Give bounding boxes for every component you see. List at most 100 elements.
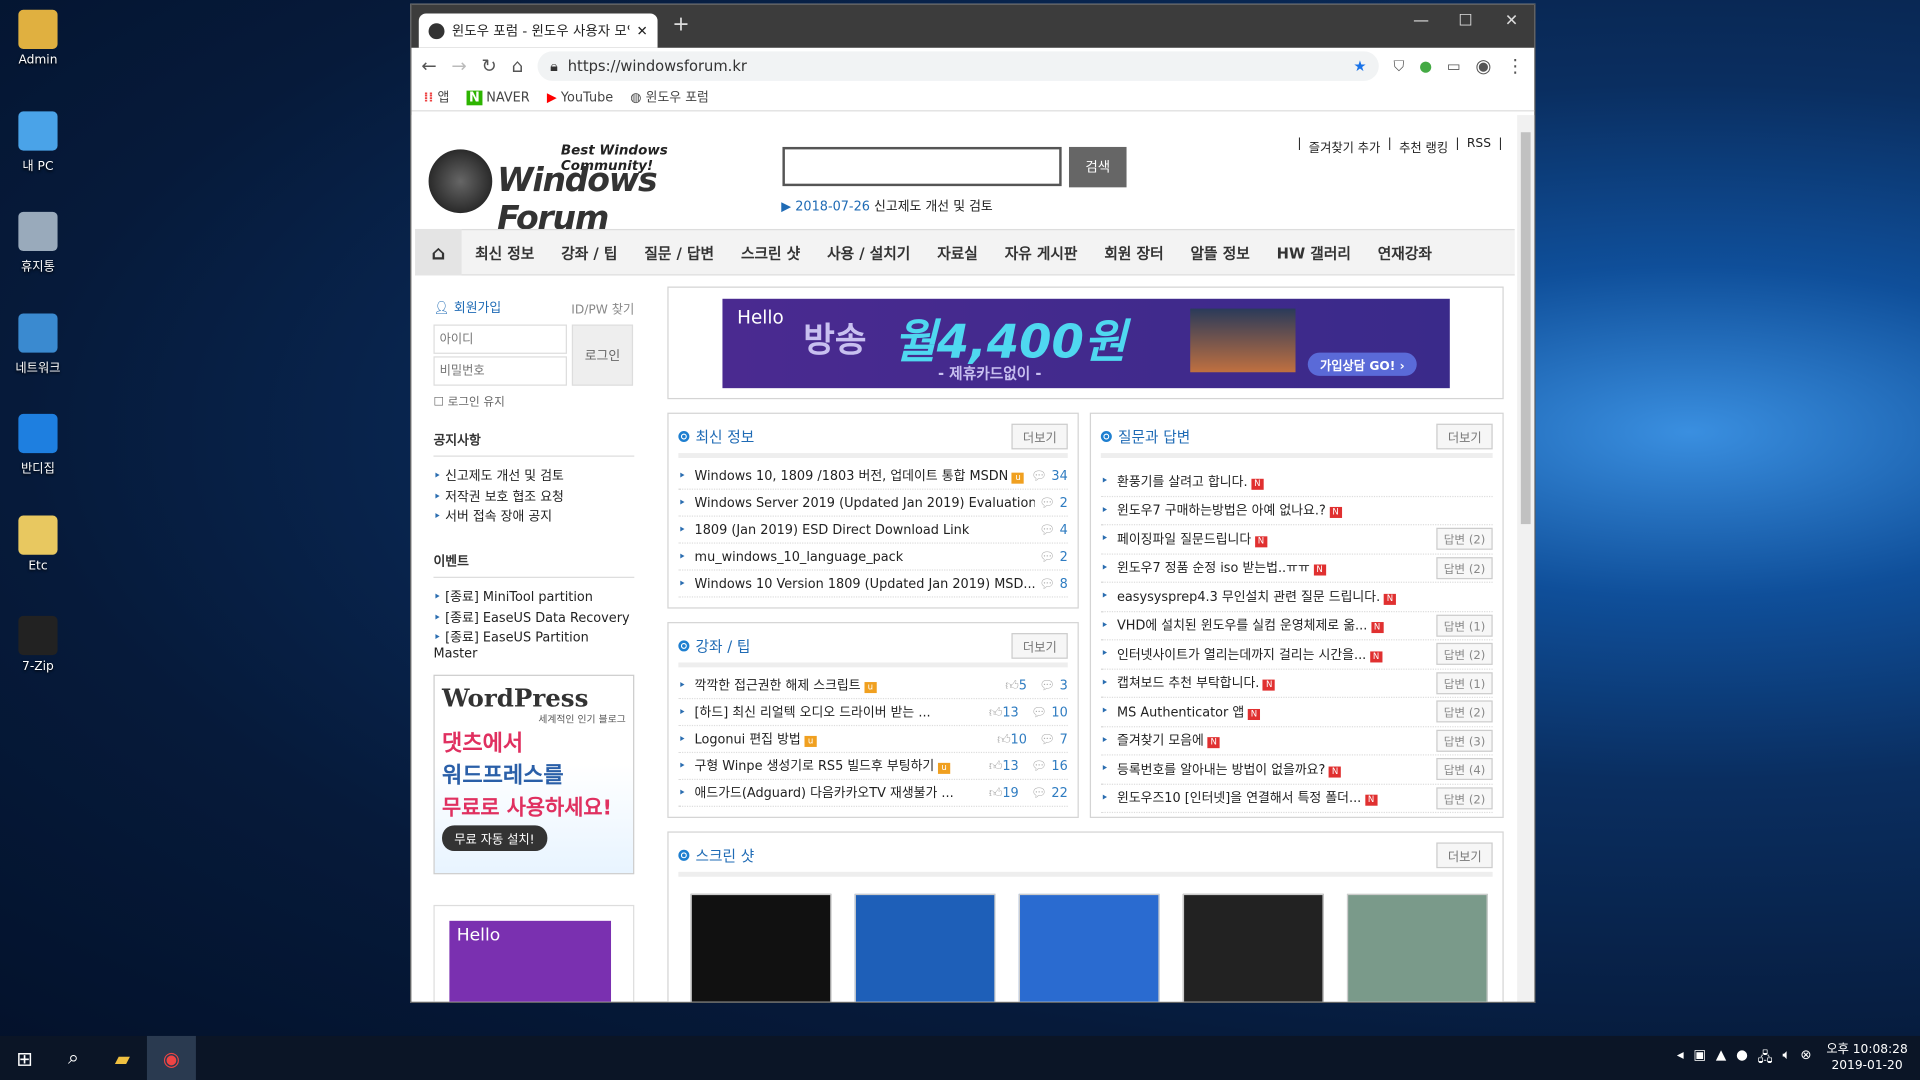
- qna-more-button[interactable]: 더보기: [1436, 423, 1493, 450]
- qna-row[interactable]: 인터넷사이트가 열리는데까지 걸리는 시간을...N답변 (2): [1100, 640, 1493, 670]
- tip-row[interactable]: 애드가드(Adguard) 다음카카오TV 재생불가 ...👍︎19 💬︎ 22: [678, 780, 1068, 807]
- profile-icon[interactable]: ◉: [1475, 55, 1491, 77]
- id-field[interactable]: [433, 324, 567, 354]
- bookmark-apps[interactable]: ⁞⁞ 앱: [424, 88, 450, 106]
- login-button[interactable]: 로그인: [571, 324, 634, 386]
- desktop-icon[interactable]: 7-Zip: [7, 615, 68, 673]
- hello-ad-banner[interactable]: Hello 방송 월4,400원 - 제휴카드없이 - 가입상담 GO! ›: [722, 298, 1450, 389]
- qna-row[interactable]: easysysprep4.3 무인설치 관련 질문 드립니다.N: [1100, 583, 1493, 612]
- qna-row[interactable]: 환풍기를 살려고 합니다.N: [1100, 468, 1493, 497]
- qna-row[interactable]: 윈도우7 정품 순정 iso 받는법..ㅠㅠN답변 (2): [1100, 554, 1493, 583]
- start-button[interactable]: ⊞: [0, 1036, 49, 1080]
- close-window-button[interactable]: ✕: [1505, 12, 1518, 30]
- nav-item[interactable]: 연재강좌: [1364, 242, 1445, 263]
- tip-row[interactable]: 깍깍한 접근권한 해제 스크립트u👍︎5 💬︎ 3: [678, 672, 1068, 700]
- ad-cta-button[interactable]: 가입상담 GO! ›: [1307, 352, 1417, 376]
- tips-more-button[interactable]: 더보기: [1011, 633, 1068, 659]
- ranking-link[interactable]: 추천 랭킹: [1399, 137, 1448, 155]
- home-icon[interactable]: ⌂: [415, 228, 462, 276]
- search-icon[interactable]: ⌕: [49, 1036, 98, 1080]
- qna-row[interactable]: 즐겨찾기 모음에N답변 (3): [1100, 727, 1493, 756]
- favorites-link[interactable]: 즐겨찾기 추가: [1309, 137, 1380, 155]
- clock[interactable]: 오후 10:08:28 2019-01-20: [1826, 1042, 1907, 1074]
- qna-row[interactable]: VHD에 설치된 윈도우를 실컴 운영체제로 옮...N답변 (1): [1100, 612, 1493, 641]
- bookmark-naver[interactable]: N NAVER: [466, 90, 530, 105]
- qna-row[interactable]: 윈도우7 구매하는방법은 아예 없나요.?N: [1100, 497, 1493, 526]
- rss-link[interactable]: RSS: [1467, 137, 1491, 155]
- latest-row[interactable]: 1809 (Jan 2019) ESD Direct Download Link…: [678, 517, 1068, 544]
- screenshot-thumbnail[interactable]: [854, 893, 996, 1002]
- desktop-icon[interactable]: 네트워크: [7, 312, 68, 375]
- chrome-icon[interactable]: ◉: [146, 1035, 196, 1080]
- notice-ticker[interactable]: ▶ 2018-07-26 신고제도 개선 및 검토: [781, 197, 993, 215]
- password-field[interactable]: [433, 356, 567, 386]
- nav-item[interactable]: 강좌 / 팁: [548, 242, 631, 263]
- latest-row[interactable]: Windows Server 2019 (Updated Jan 2019) E…: [678, 490, 1068, 517]
- qna-row[interactable]: 페이징파일 질문드립니다N답변 (2): [1100, 525, 1493, 555]
- desktop-icon[interactable]: Etc: [7, 514, 68, 572]
- screenshot-thumbnail[interactable]: [1182, 893, 1324, 1002]
- screenshot-thumbnail[interactable]: [690, 893, 832, 1002]
- qna-row[interactable]: 등록번호를 알아내는 방법이 없을까요?N답변 (4): [1100, 756, 1493, 785]
- hello-ad-small[interactable]: Hello: [433, 904, 635, 1002]
- qna-row[interactable]: 윈도우즈10 [인터넷]을 연결해서 특정 폴더...N답변 (2): [1100, 784, 1493, 814]
- system-tray[interactable]: ◂ ▣ ▲ ● 🖧︎ 🔈︎ ⊗: [1677, 1046, 1812, 1069]
- nav-item[interactable]: 최신 정보: [462, 242, 548, 263]
- latest-row[interactable]: mu_windows_10_language_pack💬︎ 2: [678, 544, 1068, 571]
- event-item[interactable]: [종료] EaseUS Partition Master: [433, 628, 634, 662]
- new-tab-button[interactable]: +: [672, 12, 689, 36]
- nav-item[interactable]: 자료실: [924, 242, 992, 263]
- forward-icon[interactable]: →: [451, 55, 466, 77]
- nav-item[interactable]: 스크린 샷: [727, 242, 813, 263]
- menu-icon[interactable]: ⋮: [1506, 55, 1524, 77]
- latest-row[interactable]: Windows 10 Version 1809 (Updated Jan 201…: [678, 571, 1068, 598]
- screenshot-thumbnail[interactable]: [1018, 893, 1160, 1002]
- wordpress-ad[interactable]: WordPress 세계적인 인기 블로그 댓츠에서 워드프레스를 무료로 사용…: [433, 674, 635, 875]
- tab-windowsforum[interactable]: 윈도우 포럼 - 윈도우 사용자 모임 ✕: [418, 13, 658, 48]
- maximize-button[interactable]: ☐: [1458, 12, 1472, 30]
- address-bar[interactable]: 🔒︎ https://windowsforum.kr ★: [537, 51, 1379, 81]
- bookmark-windowsforum[interactable]: ◍ 윈도우 포럼: [630, 88, 709, 106]
- tip-row[interactable]: 구형 Winpe 생성기로 RS5 빌드후 부팅하기u👍︎13 💬︎ 16: [678, 753, 1068, 781]
- desktop-icon[interactable]: 내 PC: [7, 110, 68, 173]
- latest-row[interactable]: Windows 10, 1809 /1803 버전, 업데이트 통합 MSDNu…: [678, 463, 1068, 490]
- home-icon[interactable]: ⌂: [512, 55, 524, 77]
- desktop-icon[interactable]: 휴지통: [7, 211, 68, 274]
- bookmark-youtube[interactable]: ▶ YouTube: [547, 90, 613, 105]
- file-explorer-icon[interactable]: ▰: [98, 1036, 147, 1080]
- qna-row[interactable]: 캡쳐보드 추천 부탁합니다.N답변 (1): [1100, 669, 1493, 698]
- qna-row[interactable]: MS Authenticator 앱N답변 (2): [1100, 698, 1493, 727]
- nav-item[interactable]: 알뜰 정보: [1177, 242, 1263, 263]
- cast-icon[interactable]: ▭: [1447, 58, 1461, 75]
- event-item[interactable]: [종료] EaseUS Data Recovery: [433, 608, 634, 628]
- keep-login-checkbox[interactable]: ☐ 로그인 유지: [433, 392, 504, 409]
- nav-item[interactable]: 회원 장터: [1091, 242, 1177, 263]
- reload-icon[interactable]: ↻: [481, 55, 496, 77]
- screenshots-more-button[interactable]: 더보기: [1436, 842, 1493, 869]
- signup-link[interactable]: 👤︎ 회원가입: [433, 301, 501, 316]
- nav-item[interactable]: 자유 게시판: [991, 242, 1091, 263]
- notice-item[interactable]: 신고제도 개선 및 검토: [433, 467, 634, 487]
- site-logo[interactable]: Best Windows Community! Windows Forum: [428, 137, 747, 238]
- tip-row[interactable]: Logonui 편집 방법u👍︎10 💬︎ 7: [678, 726, 1068, 754]
- screenshot-thumbnail[interactable]: [1346, 893, 1488, 1002]
- back-icon[interactable]: ←: [421, 55, 436, 77]
- page-scrollbar[interactable]: [1517, 115, 1535, 1002]
- search-button[interactable]: 검색: [1068, 146, 1127, 188]
- find-account-link[interactable]: ID/PW 찾기: [571, 299, 634, 317]
- minimize-button[interactable]: —: [1413, 12, 1429, 30]
- search-input[interactable]: [782, 146, 1062, 187]
- latest-more-button[interactable]: 더보기: [1011, 423, 1068, 450]
- notice-item[interactable]: 서버 접속 장애 공지: [433, 507, 634, 527]
- nav-item[interactable]: 질문 / 답변: [631, 242, 728, 263]
- event-item[interactable]: [종료] MiniTool partition: [433, 588, 634, 608]
- nav-item[interactable]: 사용 / 설치기: [814, 242, 924, 263]
- bookmark-star-icon[interactable]: ★: [1353, 58, 1366, 75]
- desktop-icon[interactable]: Admin: [7, 9, 68, 68]
- tip-row[interactable]: [하드] 최신 리얼텍 오디오 드라이버 받는 ...👍︎13 💬︎ 10: [678, 699, 1068, 727]
- extension-icon[interactable]: ⛉: [1394, 57, 1405, 75]
- desktop-icon[interactable]: 반디집: [7, 413, 68, 476]
- extension-icon-2[interactable]: ●: [1419, 58, 1432, 75]
- nav-item[interactable]: HW 갤러리: [1263, 242, 1364, 263]
- notice-item[interactable]: 저작권 보호 협조 요청: [433, 487, 634, 507]
